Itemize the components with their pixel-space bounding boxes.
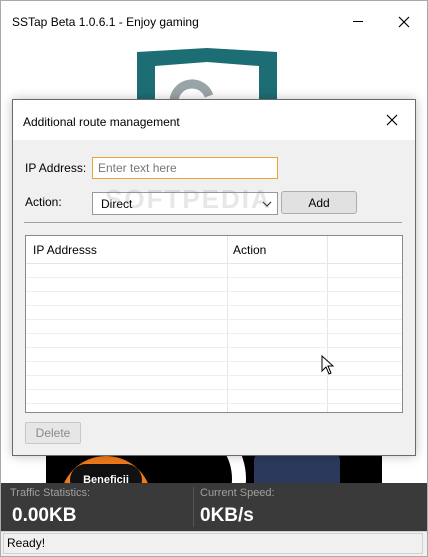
close-button[interactable] (381, 1, 427, 42)
table-row (26, 320, 402, 334)
minimize-button[interactable] (335, 1, 381, 42)
route-table[interactable]: IP Addresss Action (25, 235, 403, 413)
table-row (26, 334, 402, 348)
table-row (26, 278, 402, 292)
table-row (26, 306, 402, 320)
table-row (26, 292, 402, 306)
route-dialog: Additional route management IP Address: … (12, 99, 416, 456)
table-row (26, 362, 402, 376)
speed-value: 0KB/s (200, 505, 254, 526)
table-row (26, 264, 402, 278)
action-label: Action: (25, 195, 62, 209)
action-selected-value: Direct (101, 197, 133, 211)
table-header: IP Addresss Action (26, 236, 402, 264)
column-header-ip[interactable]: IP Addresss (33, 243, 97, 257)
status-bar: Ready! (1, 531, 427, 556)
ip-address-input[interactable] (92, 157, 278, 179)
column-header-action[interactable]: Action (233, 243, 266, 257)
ip-address-label: IP Address: (25, 161, 87, 175)
table-row (26, 348, 402, 362)
delete-button[interactable]: Delete (25, 422, 81, 444)
table-row (26, 390, 402, 404)
stats-divider (193, 487, 194, 527)
status-text: Ready! (7, 536, 46, 550)
divider (24, 222, 402, 223)
close-icon (386, 114, 398, 126)
status-panel (3, 533, 423, 554)
speed-label: Current Speed: (200, 487, 275, 499)
table-row (26, 376, 402, 390)
traffic-value: 0.00KB (12, 505, 77, 526)
action-select[interactable]: Direct (92, 192, 278, 215)
cursor-icon (321, 355, 335, 375)
window-title: SSTap Beta 1.0.6.1 - Enjoy gaming (12, 15, 199, 29)
stats-bar: Traffic Statistics: 0.00KB Current Speed… (1, 483, 427, 531)
traffic-label: Traffic Statistics: (10, 487, 91, 499)
close-icon (398, 16, 410, 27)
title-bar: SSTap Beta 1.0.6.1 - Enjoy gaming (1, 1, 427, 42)
minimize-icon (353, 21, 363, 22)
chevron-down-icon (262, 201, 272, 207)
dialog-title-bar: Additional route management (13, 100, 415, 140)
dialog-close-button[interactable] (369, 100, 415, 140)
dialog-title: Additional route management (23, 115, 180, 129)
add-button[interactable]: Add (281, 191, 357, 214)
